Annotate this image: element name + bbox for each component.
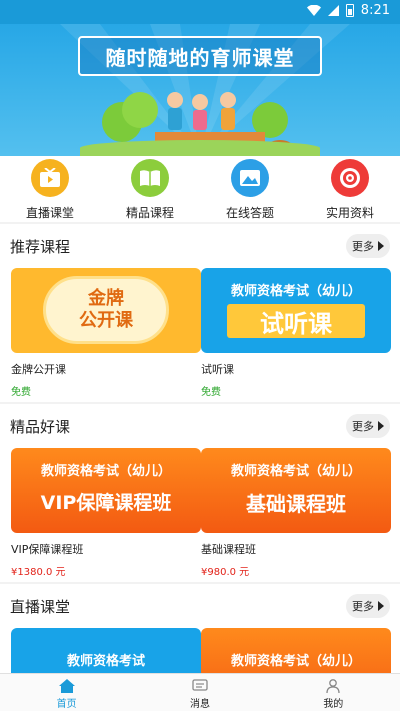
wifi-icon	[306, 5, 321, 16]
tab-profile[interactable]: 我的	[267, 674, 400, 711]
banner-title-box: 随时随地的育师课堂	[78, 36, 322, 76]
course-card[interactable]: 教师资格考试（幼儿） 试听课 试听课 免费	[201, 268, 391, 398]
course-thumbnail: 教师资格考试（幼儿） 试听课	[201, 268, 391, 353]
chevron-right-icon	[378, 421, 384, 431]
quick-nav-label: 实用资料	[325, 206, 374, 220]
home-icon	[58, 679, 75, 693]
course-card[interactable]: 教师资格考试（幼儿）	[201, 628, 391, 673]
section-premium: 精品好课 更多 教师资格考试（幼儿） VIP保障课程班 VIP保障课程班 ¥13…	[0, 404, 400, 582]
course-thumbnail: 教师资格考试	[11, 628, 201, 673]
chevron-right-icon	[378, 241, 384, 251]
thumb-subtitle: 教师资格考试（幼儿）	[230, 284, 361, 299]
section-live: 直播课堂 更多 教师资格考试 教师资格考试（幼儿）	[0, 584, 400, 673]
thumb-subtitle: 教师资格考试（幼儿）	[230, 464, 361, 479]
tab-label: 消息	[189, 699, 210, 710]
tv-icon	[31, 159, 69, 197]
status-bar: 8:21	[0, 0, 400, 24]
quick-nav: 直播课堂 精品课程 在线答题 实用资料	[0, 156, 400, 222]
quick-nav-live[interactable]: 直播课堂	[0, 156, 100, 222]
more-label: 更多	[352, 600, 374, 613]
book-icon	[131, 159, 169, 197]
quick-nav-label: 精品课程	[125, 206, 174, 220]
target-icon	[331, 159, 369, 197]
course-card[interactable]: 教师资格考试（幼儿） VIP保障课程班 VIP保障课程班 ¥1380.0 元	[11, 448, 201, 578]
more-label: 更多	[352, 240, 374, 253]
course-price: ¥1380.0 元	[11, 567, 66, 578]
banner-title: 随时随地的育师课堂	[105, 45, 295, 70]
quick-nav-label: 在线答题	[225, 206, 274, 220]
quick-nav-quiz[interactable]: 在线答题	[200, 156, 300, 222]
course-thumbnail: 金牌 公开课	[11, 268, 201, 353]
tab-label: 我的	[323, 699, 344, 710]
more-label: 更多	[352, 420, 374, 433]
course-price: 免费	[201, 387, 221, 398]
banner-ground	[80, 140, 320, 156]
course-name: 金牌公开课	[11, 363, 66, 376]
hero-banner[interactable]: 随时随地的育师课堂	[0, 24, 400, 156]
quick-nav-materials[interactable]: 实用资料	[300, 156, 400, 222]
course-card[interactable]: 教师资格考试	[11, 628, 201, 673]
more-button[interactable]: 更多	[346, 414, 390, 438]
thumb-title: 试听课	[260, 310, 332, 338]
course-name: 基础课程班	[201, 543, 256, 556]
battery-icon	[345, 4, 354, 17]
section-title: 直播课堂	[10, 597, 71, 616]
thumb-subtitle: 教师资格考试	[66, 654, 145, 669]
tab-label: 首页	[56, 699, 77, 710]
course-thumbnail: 教师资格考试（幼儿） 基础课程班	[201, 448, 391, 533]
tab-home[interactable]: 首页	[0, 674, 133, 711]
status-time: 8:21	[360, 3, 390, 18]
user-icon	[326, 679, 340, 693]
thumb-subtitle: 教师资格考试（幼儿）	[40, 464, 171, 479]
section-recommended: 推荐课程 更多 金牌 公开课 金牌公开课 免费 教师资格考试（幼儿） 试听课 试…	[0, 224, 400, 402]
course-card[interactable]: 金牌 公开课 金牌公开课 免费	[11, 268, 201, 398]
section-title: 推荐课程	[10, 237, 71, 256]
chevron-right-icon	[378, 601, 384, 611]
message-icon	[192, 679, 208, 691]
more-button[interactable]: 更多	[346, 234, 390, 258]
section-title: 精品好课	[10, 417, 71, 436]
course-name: 试听课	[201, 363, 234, 376]
thumb-title: 基础课程班	[246, 492, 346, 516]
more-button[interactable]: 更多	[346, 594, 390, 618]
course-card[interactable]: 教师资格考试（幼儿） 基础课程班 基础课程班 ¥980.0 元	[201, 448, 391, 578]
thumb-subtitle: 教师资格考试（幼儿）	[230, 654, 361, 669]
course-price: 免费	[11, 387, 31, 398]
course-thumbnail: 教师资格考试（幼儿）	[201, 628, 391, 673]
quick-nav-premium[interactable]: 精品课程	[100, 156, 200, 222]
bottom-tab-bar: 首页 消息 我的	[0, 673, 400, 711]
quick-nav-label: 直播课堂	[25, 206, 74, 220]
course-price: ¥980.0 元	[201, 567, 250, 578]
tab-messages[interactable]: 消息	[133, 674, 266, 711]
gold-badge: 金牌 公开课	[43, 276, 169, 344]
course-thumbnail: 教师资格考试（幼儿） VIP保障课程班	[11, 448, 201, 533]
signal-icon	[327, 5, 339, 16]
thumb-title: VIP保障课程班	[40, 492, 172, 514]
course-name: VIP保障课程班	[11, 543, 84, 556]
mountain-icon	[231, 159, 269, 197]
